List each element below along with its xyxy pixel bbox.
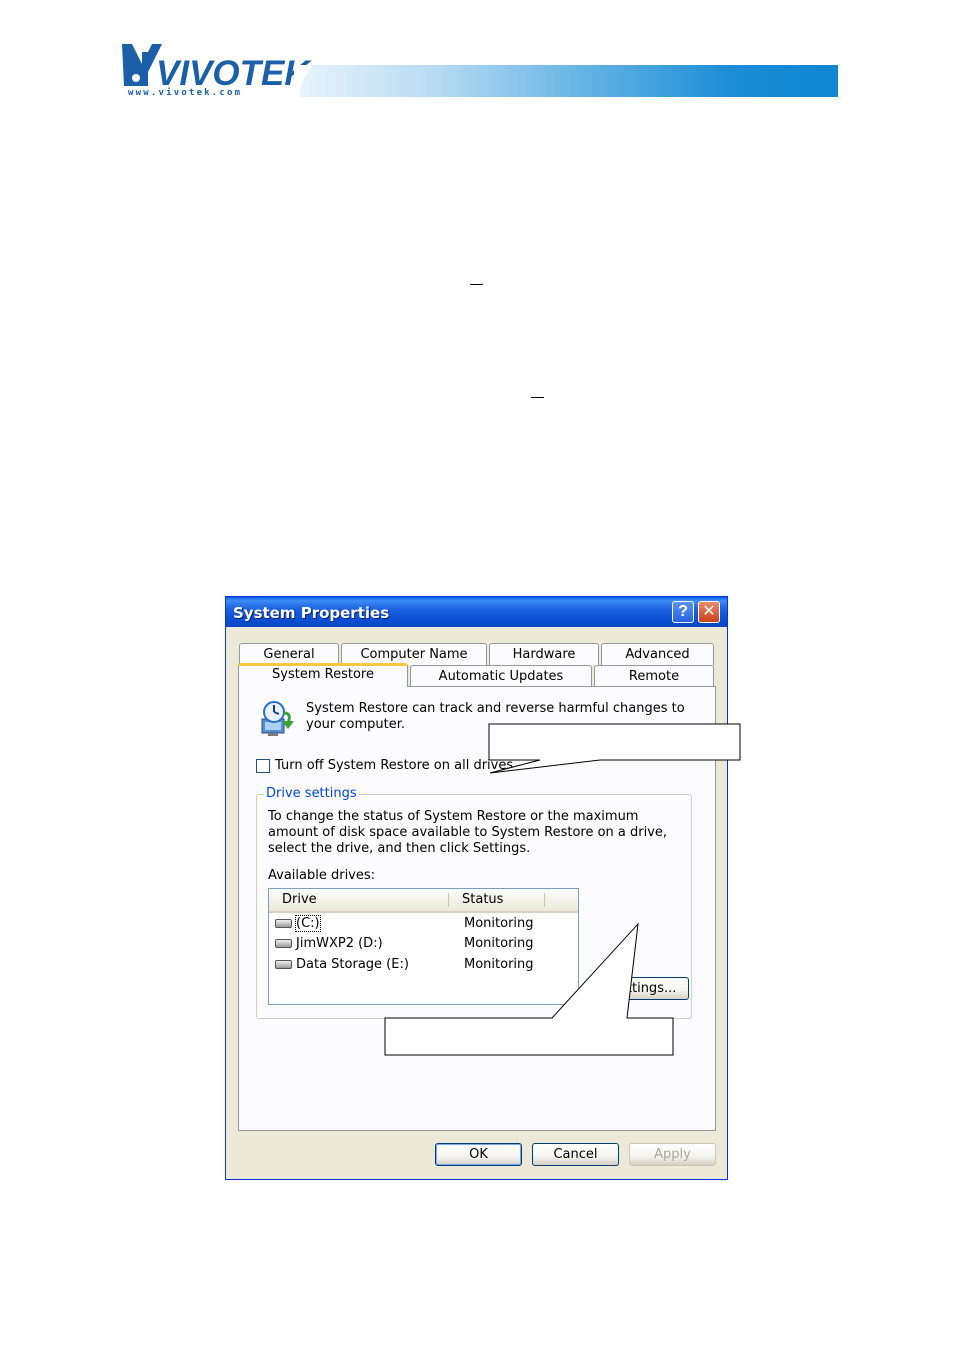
tab-system-restore[interactable]: System Restore xyxy=(238,663,408,687)
callout-settings xyxy=(384,922,674,1056)
callout-overlay xyxy=(384,723,741,1056)
callout-checkbox xyxy=(488,723,741,774)
